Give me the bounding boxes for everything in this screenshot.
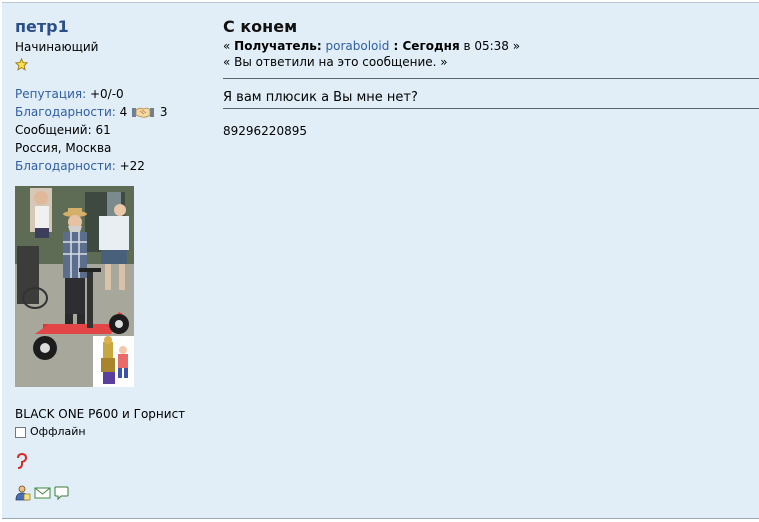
online-status: Оффлайн [15, 423, 205, 441]
signature-text: BLACK ONE P600 и Горнист [15, 407, 186, 421]
rank-stars [15, 58, 205, 76]
date-prefix: : [389, 39, 403, 53]
poster-rank: Начинающий [15, 40, 99, 54]
thanks2-link[interactable]: Благодарности: [15, 159, 116, 173]
recipient-link[interactable]: poraboloid [326, 39, 390, 53]
profile-icon[interactable] [15, 485, 31, 501]
offline-status-icon [15, 426, 26, 438]
messages-count: Сообщений: 61 [15, 123, 111, 137]
thanks-link[interactable]: Благодарности: [15, 105, 116, 119]
replied-note: « Вы ответили на это сообщение. » [223, 55, 448, 69]
email-icon[interactable] [34, 485, 51, 501]
custom-icon-row [15, 452, 205, 473]
message-icon[interactable] [54, 485, 69, 501]
thanks-given: 4 [115, 105, 128, 119]
meta-open: « [223, 39, 235, 53]
message-subject: С конем [223, 17, 298, 36]
poster-stats: Репутация: +0/-0 Благодарности: 4 3 Сооб… [15, 85, 205, 175]
handshake-icon [132, 107, 155, 118]
recipient-label: Получатель: [234, 39, 322, 53]
poster-location: Россия, Москва [15, 141, 112, 155]
poster-name-link[interactable]: петр1 [15, 16, 205, 38]
message-body: 89296220895 [223, 124, 307, 138]
date-time: в 05:38 » [459, 39, 521, 53]
online-status-label: Оффлайн [30, 425, 86, 438]
thanks-received: 3 [156, 105, 168, 119]
poster-actions [15, 485, 205, 501]
red-hook-icon[interactable] [15, 452, 29, 470]
avatar [15, 186, 134, 387]
divider-2 [223, 108, 759, 109]
thanks2-value: +22 [115, 159, 145, 173]
date-day: Сегодня [402, 39, 460, 53]
reputation-line: Репутация: +0/-0 [15, 85, 205, 103]
reputation-value: +0/-0 [86, 87, 124, 101]
reputation-link[interactable]: Репутация: [15, 87, 86, 101]
avatar-photo [15, 186, 134, 387]
poster-info: петр1 Начинающий Репутация: +0/-0 Благод… [15, 16, 205, 501]
divider [223, 78, 759, 79]
pm-post: петр1 Начинающий Репутация: +0/-0 Благод… [2, 2, 759, 519]
message-quote: Я вам плюсик а Вы мне нет? [223, 90, 418, 105]
star-icon [15, 58, 28, 71]
message-meta: « Получатель: poraboloid : Сегодня в 05:… [223, 38, 759, 54]
thanks-line: Благодарности: 4 3 [15, 103, 205, 121]
message-content: С конем « Получатель: poraboloid : Сегод… [223, 16, 759, 139]
thanks2-line: Благодарности: +22 [15, 157, 205, 175]
